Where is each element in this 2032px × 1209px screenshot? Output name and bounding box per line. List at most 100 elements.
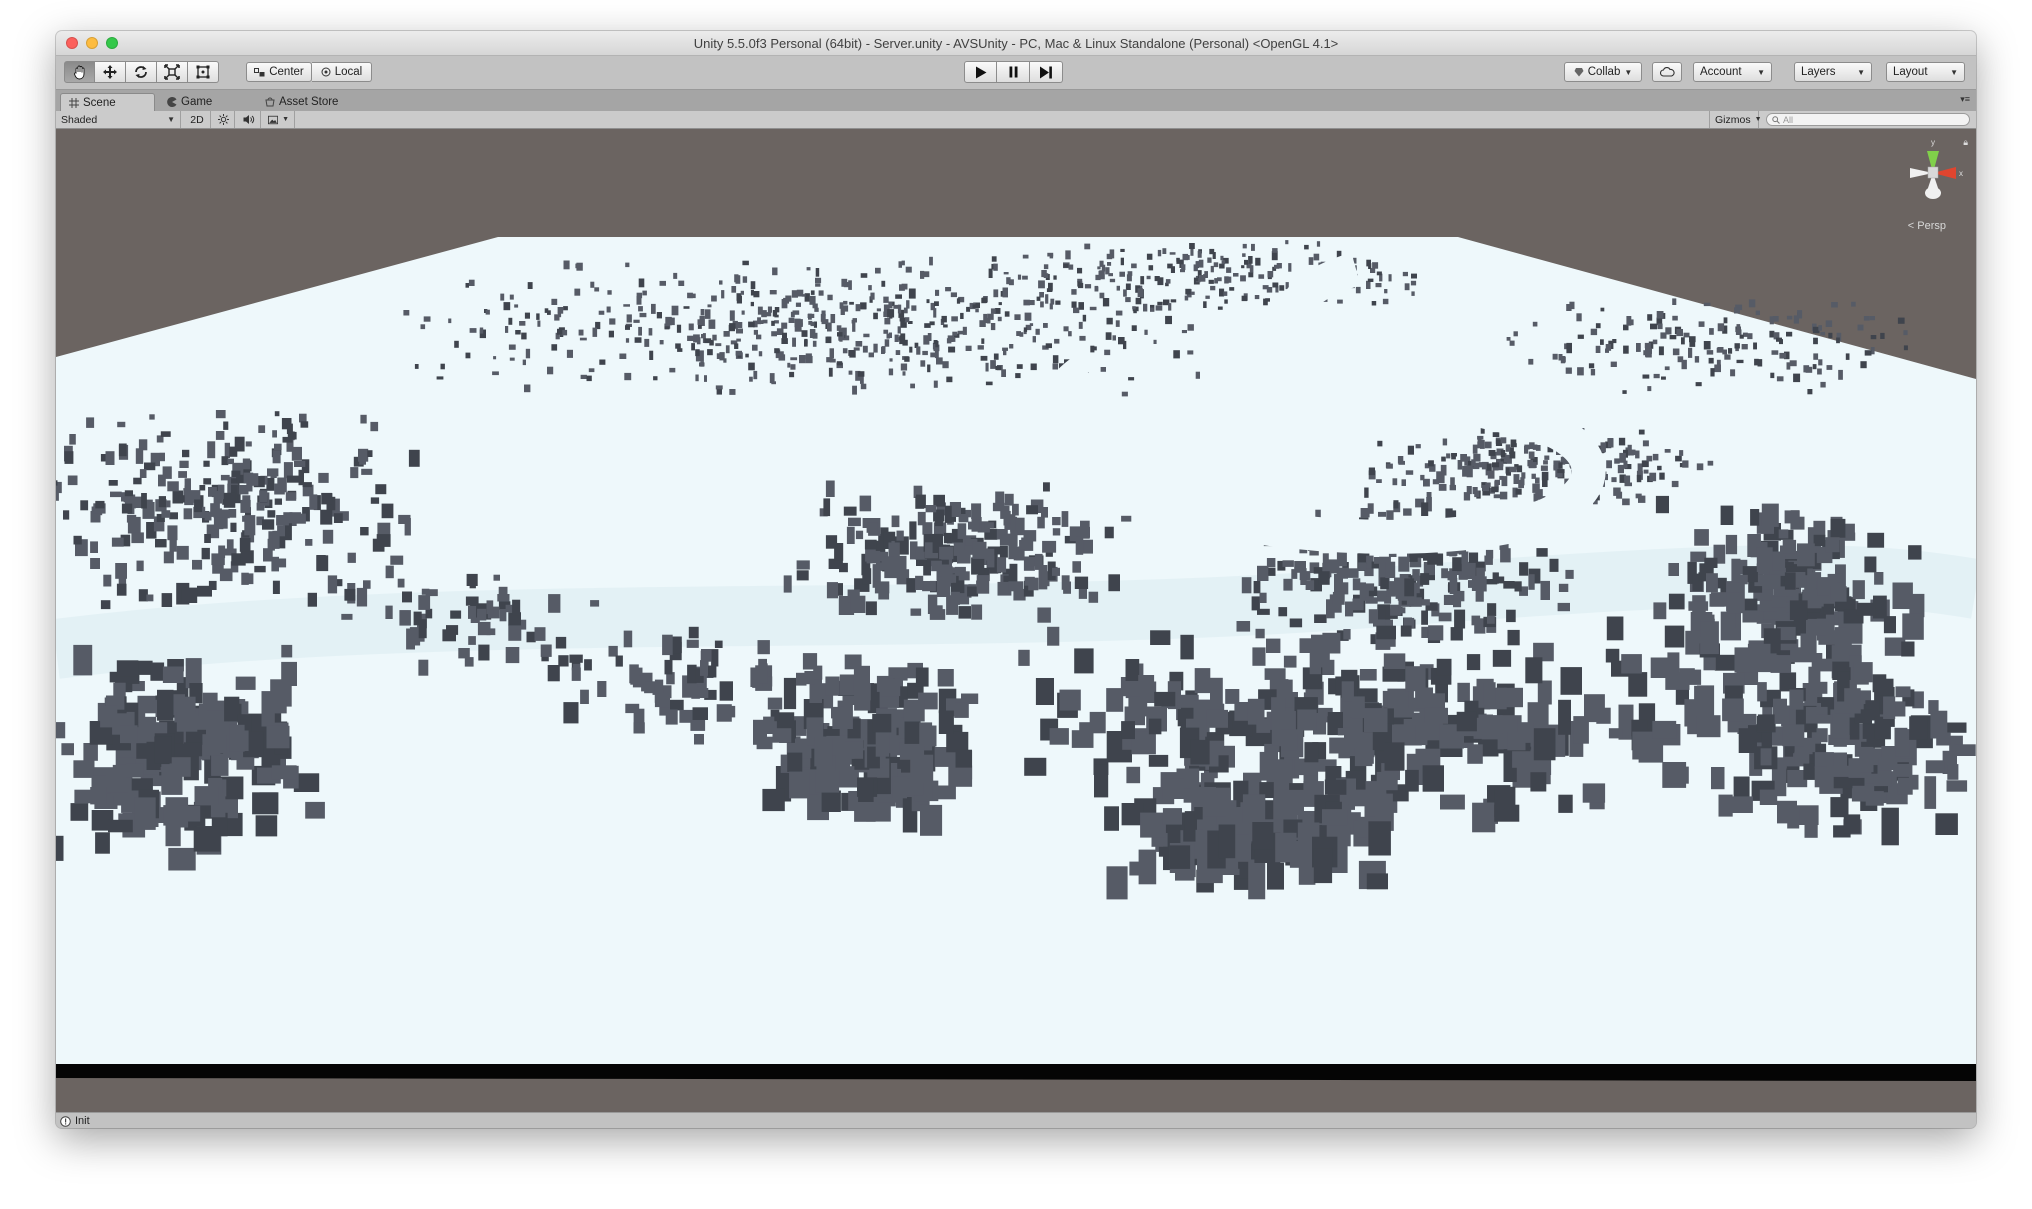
gizmo-center-cube[interactable] xyxy=(1927,166,1939,179)
main-toolbar: Center Local Collab ▼ Account ▼ Layers ▼… xyxy=(56,56,1976,90)
building-block xyxy=(1735,329,1742,335)
building-block xyxy=(1023,327,1028,332)
building-block xyxy=(226,539,234,551)
pivot-local-button[interactable]: Local xyxy=(312,62,372,82)
gizmos-dropdown[interactable]: Gizmos ▼ xyxy=(1709,111,1762,128)
building-block xyxy=(668,699,684,711)
building-block xyxy=(686,639,699,648)
building-block xyxy=(1255,257,1261,266)
building-block xyxy=(124,490,133,497)
building-block xyxy=(839,562,848,573)
play-button[interactable] xyxy=(964,61,997,83)
building-block xyxy=(360,414,367,424)
close-window-button[interactable] xyxy=(66,37,78,49)
building-block xyxy=(1540,580,1550,600)
building-block xyxy=(1155,305,1163,311)
building-block xyxy=(1207,257,1212,263)
audio-toggle[interactable] xyxy=(237,111,261,128)
pause-button[interactable] xyxy=(997,61,1030,83)
account-dropdown[interactable]: Account ▼ xyxy=(1693,62,1772,82)
building-block xyxy=(100,600,111,610)
playback-controls xyxy=(964,61,1063,83)
building-block xyxy=(948,346,956,353)
tab-scene[interactable]: Scene xyxy=(60,93,155,111)
cloud-button[interactable] xyxy=(1652,62,1682,82)
tab-bar: Scene Game Asset Store ▾≡ xyxy=(56,90,1976,111)
building-block xyxy=(1632,731,1656,760)
building-block xyxy=(830,314,836,324)
scene-search-input[interactable]: All xyxy=(1766,113,1970,126)
building-block xyxy=(505,647,520,664)
building-block xyxy=(294,460,306,467)
building-block xyxy=(1392,478,1398,486)
scale-tool-button[interactable] xyxy=(157,61,188,83)
building-block xyxy=(1653,602,1667,620)
building-block xyxy=(665,709,678,725)
cloud-icon xyxy=(1659,67,1675,77)
draw-mode-dropdown[interactable]: Shaded ▼ xyxy=(56,111,181,128)
building-block xyxy=(1140,812,1166,838)
building-block xyxy=(1499,475,1504,480)
building-block xyxy=(1063,263,1069,268)
building-block xyxy=(1454,609,1466,629)
step-button[interactable] xyxy=(1030,61,1063,83)
pivot-center-button[interactable]: Center xyxy=(246,62,312,82)
building-block xyxy=(774,307,780,313)
building-block xyxy=(695,374,699,382)
building-block xyxy=(1042,540,1057,553)
building-block xyxy=(636,296,642,305)
building-block xyxy=(854,691,871,711)
rect-tool-button[interactable] xyxy=(188,61,219,83)
layout-caret-icon: ▼ xyxy=(1950,67,1958,77)
building-block xyxy=(1771,596,1786,608)
building-block xyxy=(95,500,105,509)
building-block xyxy=(1131,731,1156,755)
building-block xyxy=(771,381,776,385)
building-block xyxy=(1324,779,1347,795)
building-block xyxy=(1796,805,1819,825)
tab-menu-icon[interactable]: ▾≡ xyxy=(1960,94,1970,105)
building-block xyxy=(950,292,957,298)
building-block xyxy=(1532,462,1537,468)
building-block xyxy=(367,450,373,457)
building-block xyxy=(866,522,878,533)
maximize-window-button[interactable] xyxy=(106,37,118,49)
orientation-gizmo[interactable]: y x xyxy=(1898,135,1968,215)
building-block xyxy=(625,338,630,343)
building-block xyxy=(1157,249,1162,257)
building-block xyxy=(1316,241,1321,247)
projection-label[interactable]: < Persp xyxy=(1908,220,1946,232)
hand-tool-button[interactable] xyxy=(64,61,95,83)
building-block xyxy=(1359,582,1366,601)
building-block xyxy=(968,521,980,530)
building-block xyxy=(1017,274,1022,280)
building-block xyxy=(478,644,490,661)
scene-viewport[interactable]: y x 🔒︎ < Persp xyxy=(56,129,1976,1112)
effects-dropdown[interactable]: ▼ xyxy=(263,111,295,128)
building-block xyxy=(519,321,526,326)
toggle-2d-button[interactable]: 2D xyxy=(184,111,211,128)
building-block xyxy=(571,667,581,681)
tab-asset-store[interactable]: Asset Store xyxy=(257,93,346,111)
building-block xyxy=(762,319,768,324)
collab-dropdown[interactable]: Collab ▼ xyxy=(1564,62,1642,82)
lighting-toggle[interactable] xyxy=(213,111,235,128)
building-block xyxy=(704,338,712,344)
building-block xyxy=(1881,807,1899,846)
building-block xyxy=(919,725,937,747)
building-block xyxy=(769,290,777,295)
building-block xyxy=(932,785,956,800)
move-tool-button[interactable] xyxy=(95,61,126,83)
tab-game[interactable]: Game xyxy=(159,93,220,111)
building-block xyxy=(881,556,894,570)
rotate-tool-button[interactable] xyxy=(126,61,157,83)
building-block xyxy=(1641,460,1649,468)
lock-icon[interactable]: 🔒︎ xyxy=(1963,137,1968,148)
building-block xyxy=(208,580,217,590)
building-block xyxy=(149,414,155,420)
layers-dropdown[interactable]: Layers ▼ xyxy=(1794,62,1872,82)
building-block xyxy=(796,672,807,686)
building-block xyxy=(1820,331,1826,336)
minimize-window-button[interactable] xyxy=(86,37,98,49)
layout-dropdown[interactable]: Layout ▼ xyxy=(1886,62,1965,82)
